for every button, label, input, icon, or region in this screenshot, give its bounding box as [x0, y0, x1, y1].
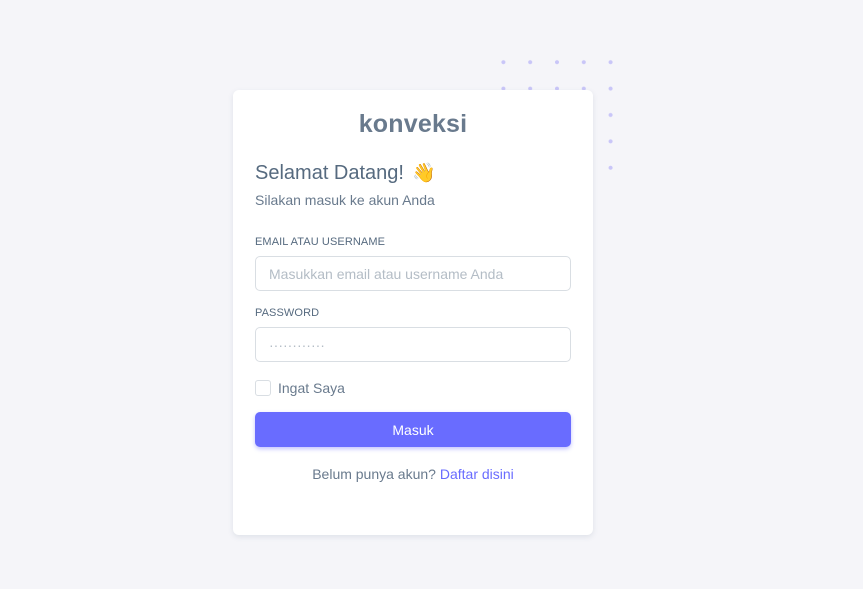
email-field[interactable] [255, 256, 571, 291]
welcome-subtitle: Silakan masuk ke akun Anda [255, 192, 435, 208]
welcome-title: Selamat Datang! [255, 161, 404, 184]
login-page: konveksi Selamat Datang! 👋 Silakan masuk… [0, 0, 863, 589]
brand-logo: konveksi [358, 110, 468, 138]
password-label: PASSWORD [255, 307, 320, 319]
login-button[interactable]: Masuk [255, 412, 571, 447]
register-link[interactable]: Daftar disini [440, 466, 514, 482]
remember-me-row: Ingat Saya [255, 379, 571, 397]
remember-me-checkbox[interactable] [255, 380, 271, 396]
register-prompt: Belum punya akun? Daftar disini [255, 466, 571, 482]
welcome-heading: Selamat Datang! 👋 [255, 160, 571, 186]
email-label: EMAIL ATAU USERNAME [255, 236, 386, 248]
waving-hand-icon: 👋 [411, 163, 436, 184]
login-card: konveksi Selamat Datang! 👋 Silakan masuk… [233, 90, 593, 535]
password-field[interactable] [255, 327, 571, 362]
remember-me-label[interactable]: Ingat Saya [278, 380, 345, 396]
register-prompt-text: Belum punya akun? [312, 466, 436, 482]
